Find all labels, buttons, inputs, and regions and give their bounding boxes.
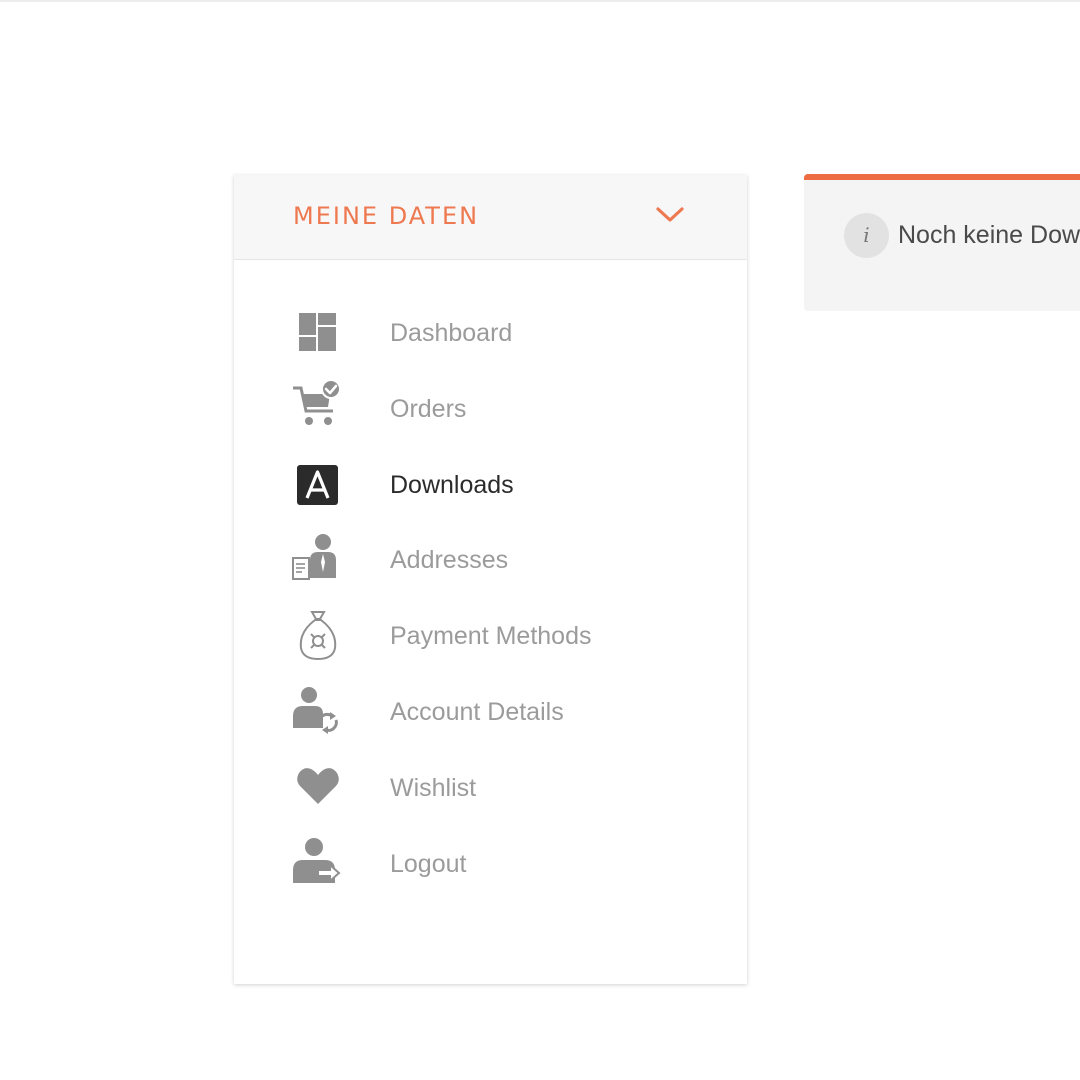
heart-icon <box>297 767 339 804</box>
nav-label: Orders <box>390 394 467 423</box>
account-nav-title: MEINE DATEN <box>293 202 480 230</box>
top-divider <box>0 0 1080 2</box>
download-a-icon <box>297 464 338 505</box>
nav-label: Dashboard <box>390 319 513 347</box>
cart-check-icon <box>293 380 341 425</box>
address-person-icon <box>292 534 336 581</box>
info-icon: i <box>844 213 889 258</box>
nav-label: Account Details <box>390 697 564 726</box>
nav-item-dashboard[interactable]: Dashboard <box>234 305 747 381</box>
account-nav-header[interactable]: MEINE DATEN <box>234 175 747 260</box>
user-logout-icon <box>293 837 341 883</box>
nav-label: Wishlist <box>390 773 477 802</box>
account-nav-list: Dashboard Orders Downloads Addresses Pay… <box>234 305 747 911</box>
nav-label: Downloads <box>390 470 514 499</box>
nav-label: Addresses <box>390 546 509 575</box>
nav-item-payment-methods[interactable]: Payment Methods <box>234 608 747 684</box>
nav-item-account-details[interactable]: Account Details <box>234 684 747 760</box>
nav-item-addresses[interactable]: Addresses <box>234 532 747 608</box>
info-notice: i Noch keine Dow <box>804 174 1080 311</box>
dashboard-icon <box>299 313 336 351</box>
nav-label: Payment Methods <box>390 622 592 651</box>
account-navigation: MEINE DATEN Dashboard Orders Downloads A… <box>234 175 747 984</box>
chevron-down-icon[interactable] <box>655 203 685 225</box>
nav-item-logout[interactable]: Logout <box>234 836 747 912</box>
notice-text: Noch keine Dow <box>898 221 1080 249</box>
user-sync-icon <box>293 686 338 734</box>
nav-item-downloads[interactable]: Downloads <box>234 457 747 533</box>
nav-item-wishlist[interactable]: Wishlist <box>234 760 747 836</box>
nav-item-orders[interactable]: Orders <box>234 380 747 457</box>
nav-label: Logout <box>390 849 467 878</box>
money-bag-icon <box>299 611 337 661</box>
